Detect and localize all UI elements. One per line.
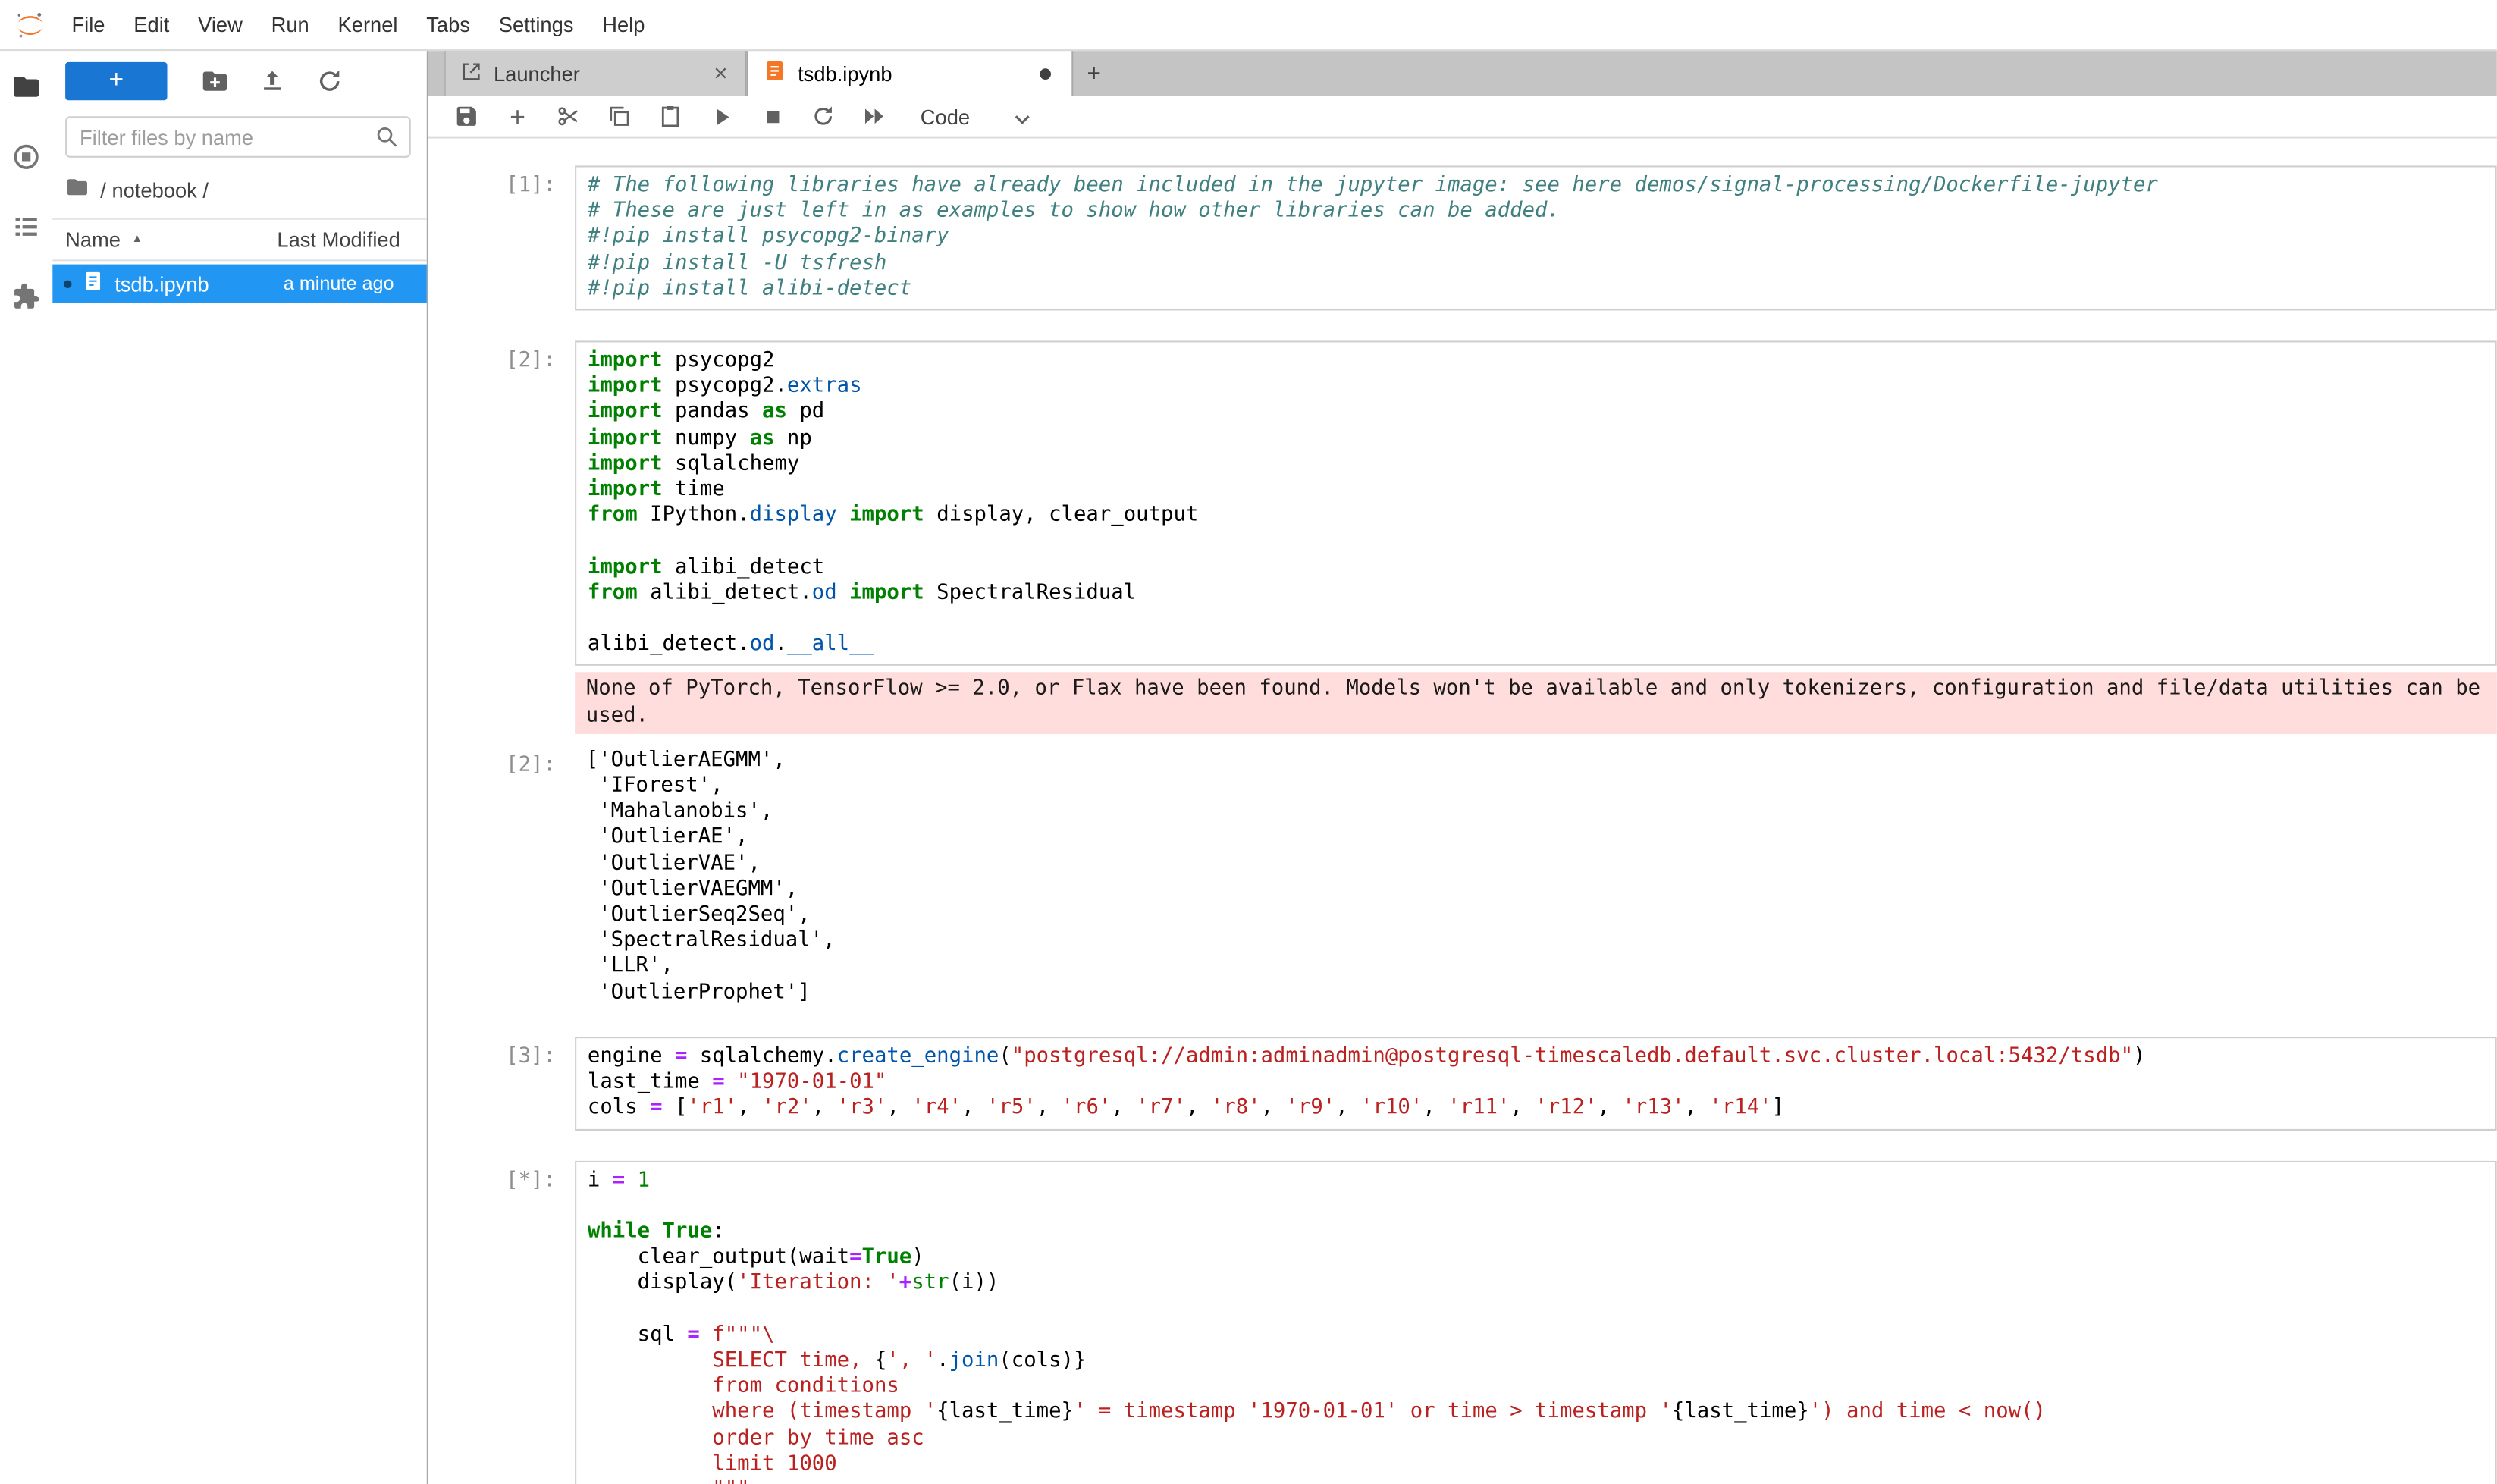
file-name: tsdb.ipynb <box>114 271 284 296</box>
menu-item-run[interactable]: Run <box>257 0 324 50</box>
menu-bar: File Edit View Run Kernel Tabs Settings … <box>0 0 2497 51</box>
file-filter <box>65 116 411 158</box>
tab-launcher[interactable]: Launcher × <box>444 51 747 96</box>
tab-label: Launcher <box>494 61 580 86</box>
column-name-label: Name <box>65 227 121 252</box>
menu-item-kernel[interactable]: Kernel <box>324 0 413 50</box>
cell-code-editor[interactable]: engine = sqlalchemy.create_engine("postg… <box>575 1037 2497 1130</box>
tab-bar: Launcher × tsdb.ipynb + <box>428 51 2497 96</box>
breadcrumb-path[interactable]: / notebook / <box>100 177 209 202</box>
add-cell-icon[interactable]: + <box>503 102 532 130</box>
new-folder-icon[interactable] <box>199 65 231 97</box>
cell-input-prompt: [1]: <box>428 165 575 199</box>
restart-kernel-icon[interactable] <box>809 102 838 130</box>
notebook-cell: [1]:# The following libraries have alrea… <box>428 165 2497 310</box>
menu-item-settings[interactable]: Settings <box>485 0 588 50</box>
notebook-tab-icon <box>763 59 786 88</box>
cell-input-prompt: [*]: <box>428 1160 575 1194</box>
file-list: tsdb.ipynb a minute ago <box>52 261 427 303</box>
file-browser: + / notebo <box>52 51 428 1484</box>
table-of-contents-icon[interactable] <box>11 210 42 242</box>
stderr-output: None of PyTorch, TensorFlow >= 2.0, or F… <box>575 673 2497 734</box>
paste-icon[interactable] <box>656 102 685 130</box>
sort-ascending-icon: ▲ <box>132 234 143 246</box>
breadcrumb[interactable]: / notebook / <box>52 165 427 218</box>
extensions-icon[interactable] <box>11 281 42 312</box>
menu-item-view[interactable]: View <box>184 0 257 50</box>
notebook-cell: [2]:import psycopg2import psycopg2.extra… <box>428 340 2497 1006</box>
notebook-scroll-area[interactable]: [1]:# The following libraries have alrea… <box>428 139 2497 1484</box>
cell-code-editor[interactable]: import psycopg2import psycopg2.extrasimp… <box>575 340 2497 666</box>
cell-type-dropdown[interactable]: Code <box>921 105 1030 129</box>
new-tab-button[interactable]: + <box>1073 51 1115 96</box>
tab-notebook[interactable]: tsdb.ipynb <box>747 51 1073 96</box>
sidebar-activity-bar <box>0 51 52 1484</box>
run-icon[interactable] <box>707 102 736 130</box>
tab-label: tsdb.ipynb <box>798 61 892 86</box>
breadcrumb-folder-icon[interactable] <box>65 175 89 204</box>
upload-icon[interactable] <box>256 65 288 97</box>
column-last-modified[interactable]: Last Modified <box>277 227 414 252</box>
jupyterlab-window: File Edit View Run Kernel Tabs Settings … <box>0 0 2497 1484</box>
file-browser-icon[interactable] <box>11 70 42 102</box>
cell-type-value: Code <box>921 105 970 129</box>
jupyter-logo-icon <box>11 5 49 43</box>
close-icon[interactable]: × <box>711 61 731 86</box>
main-area: Launcher × tsdb.ipynb + + <box>428 51 2497 1484</box>
new-launcher-button[interactable]: + <box>65 62 167 100</box>
open-file-indicator <box>64 280 71 288</box>
notebook-cell: [3]:engine = sqlalchemy.create_engine("p… <box>428 1037 2497 1130</box>
run-all-icon[interactable] <box>860 102 889 130</box>
chevron-down-icon <box>1015 105 1030 129</box>
menu-item-tabs[interactable]: Tabs <box>412 0 484 50</box>
notebook-cell: [*]:i = 1 while True: clear_output(wait=… <box>428 1160 2497 1484</box>
cell-code-editor[interactable]: # The following libraries have already b… <box>575 165 2497 310</box>
notebook-toolbar: + <box>428 96 2497 139</box>
launcher-tab-icon <box>460 60 482 87</box>
menu-item-help[interactable]: Help <box>588 0 659 50</box>
refresh-icon[interactable] <box>314 65 346 97</box>
cell-output-prompt <box>428 673 575 686</box>
execute-result: ['OutlierAEGMM', 'IForest', 'Mahalanobis… <box>575 740 2497 1006</box>
search-icon[interactable] <box>374 124 400 155</box>
cell-input-prompt: [2]: <box>428 340 575 375</box>
stop-icon[interactable] <box>758 102 787 130</box>
cell-input-prompt: [3]: <box>428 1037 575 1071</box>
column-name[interactable]: Name ▲ <box>65 227 277 252</box>
file-modified: a minute ago <box>284 272 421 294</box>
file-list-header: Name ▲ Last Modified <box>52 218 427 262</box>
running-kernels-icon[interactable] <box>11 140 42 172</box>
file-browser-toolbar: + <box>52 59 427 111</box>
cell-code-editor[interactable]: i = 1 while True: clear_output(wait=True… <box>575 1160 2497 1484</box>
filter-files-input[interactable] <box>65 116 411 158</box>
menu-item-edit[interactable]: Edit <box>119 0 184 50</box>
save-icon[interactable] <box>452 102 481 130</box>
copy-icon[interactable] <box>605 102 634 130</box>
menu-item-file[interactable]: File <box>58 0 120 50</box>
notebook-file-icon <box>81 269 105 298</box>
cut-icon[interactable] <box>554 102 583 130</box>
unsaved-changes-indicator[interactable] <box>1040 67 1051 79</box>
cell-output-prompt: [2]: <box>428 740 575 779</box>
file-row[interactable]: tsdb.ipynb a minute ago <box>52 265 427 303</box>
